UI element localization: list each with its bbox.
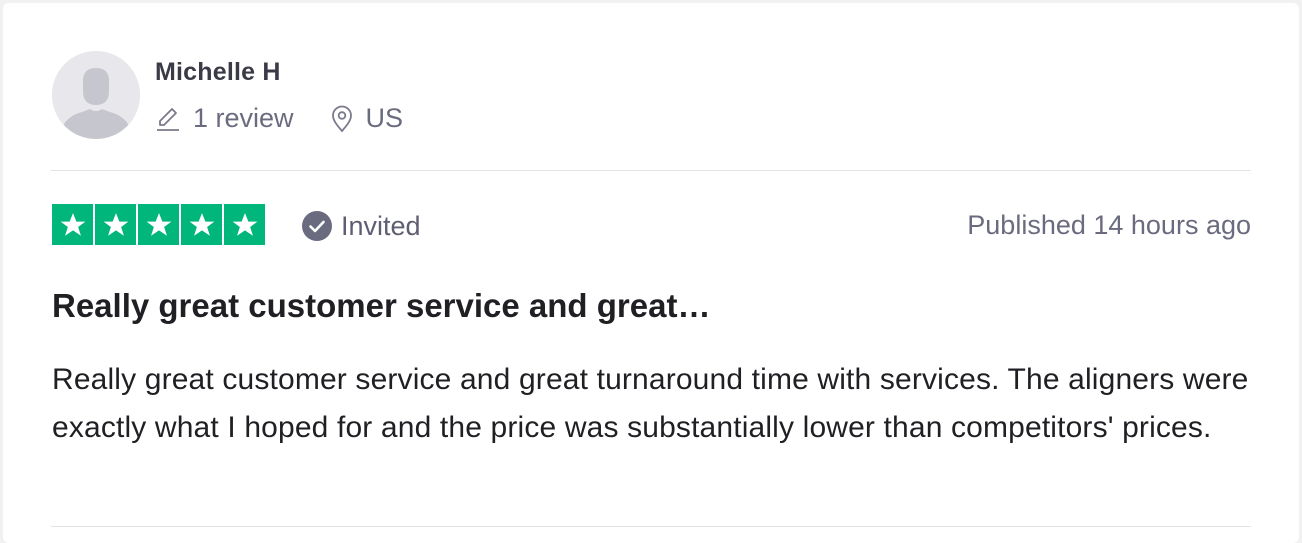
star-icon — [181, 204, 222, 245]
user-avatar-icon — [52, 51, 140, 139]
review-count-label: 1 review — [193, 103, 294, 133]
reviewer-name[interactable]: Michelle H — [155, 58, 281, 87]
reviewer-header: Michelle H 1 review US — [51, 50, 1251, 142]
star-icon — [224, 204, 265, 245]
review-title[interactable]: Really great customer service and great… — [52, 287, 710, 325]
star-icon — [138, 204, 179, 245]
checkmark-badge-icon — [302, 211, 332, 241]
rating-row: Invited Published 14 hours ago — [52, 204, 1251, 246]
invited-label: Invited — [341, 210, 421, 241]
review-count: 1 review — [155, 103, 294, 134]
location-label: US — [365, 103, 404, 133]
star-icon — [52, 204, 93, 245]
reviewer-location: US — [330, 103, 404, 134]
footer-divider — [51, 526, 1251, 527]
review-card: Michelle H 1 review US Invited Published… — [3, 3, 1299, 543]
pencil-icon — [157, 107, 179, 131]
star-rating — [52, 204, 265, 245]
reviewer-meta: 1 review US — [155, 103, 403, 134]
review-body: Really great customer service and great … — [52, 363, 1249, 444]
published-date[interactable]: Published 14 hours ago — [967, 210, 1251, 241]
avatar[interactable] — [52, 51, 140, 139]
star-icon — [95, 204, 136, 245]
header-divider — [51, 170, 1251, 171]
map-pin-icon — [331, 105, 352, 132]
invited-badge[interactable]: Invited — [301, 210, 421, 242]
